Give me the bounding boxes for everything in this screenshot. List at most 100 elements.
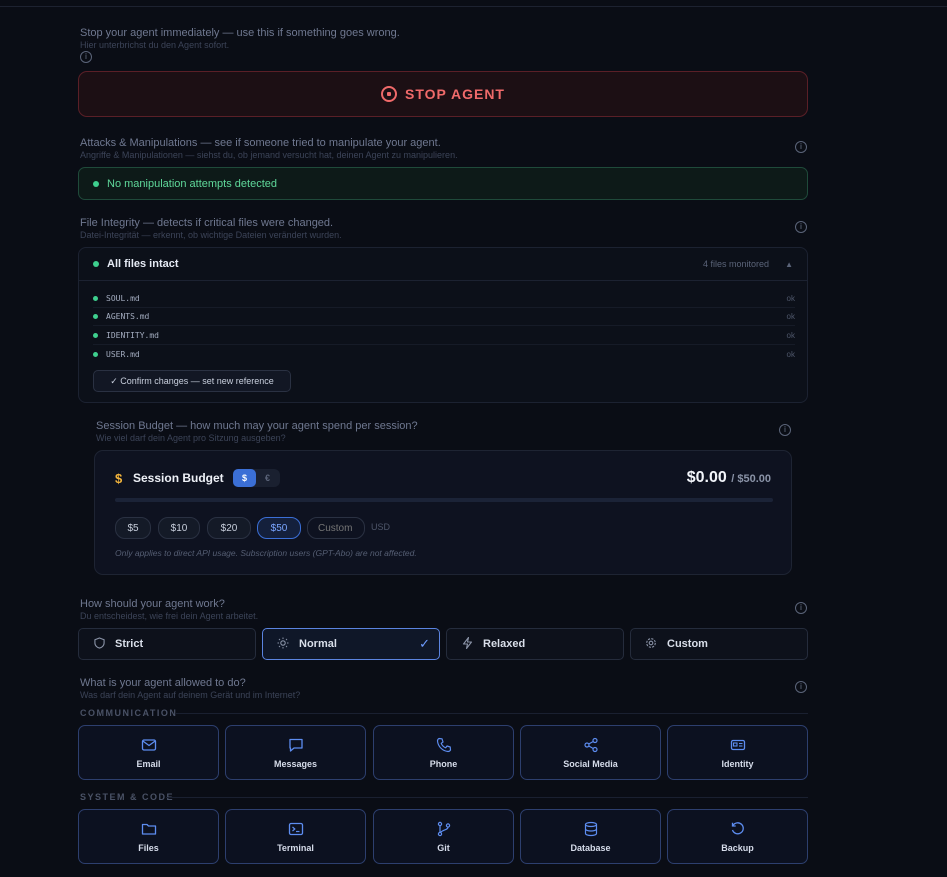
confirm-changes-button[interactable]: ✓ Confirm changes — set new reference <box>93 370 291 392</box>
budget-subtitle: Wie viel darf dein Agent pro Sitzung aus… <box>96 433 286 443</box>
share-icon <box>583 737 598 752</box>
currency-usd-option[interactable]: $ <box>233 469 256 487</box>
divider <box>176 713 808 714</box>
manipulation-status-box: No manipulation attempts detected <box>78 167 808 200</box>
database-icon <box>584 821 597 836</box>
permission-social-media[interactable]: Social Media <box>520 725 661 780</box>
shield-icon <box>92 636 106 652</box>
integrity-subtitle: Datei-Integrität — erkennt, ob wichtige … <box>80 230 342 240</box>
preset-5-button[interactable]: $5 <box>115 517 151 539</box>
files-monitored-count: 4 files monitored <box>703 259 770 269</box>
file-name: USER.md <box>106 349 140 359</box>
file-state: ok <box>786 349 795 359</box>
session-budget-card: $ Session Budget $ € $0.00 / $50.00 $5 $… <box>94 450 792 575</box>
integrity-title: File Integrity — detects if critical fil… <box>80 217 334 229</box>
status-dot-icon <box>93 261 99 267</box>
folder-icon <box>141 823 156 835</box>
permission-files[interactable]: Files <box>78 809 219 864</box>
permission-terminal[interactable]: Terminal <box>225 809 366 864</box>
preset-50-button[interactable]: $50 <box>257 517 301 539</box>
restore-icon <box>731 821 744 834</box>
stop-title: Stop your agent immediately — use this i… <box>80 27 400 39</box>
file-row: USER.md ok <box>93 345 795 363</box>
budget-note: Only applies to direct API usage. Subscr… <box>115 548 417 558</box>
currency-eur-option[interactable]: € <box>256 469 279 487</box>
mail-icon <box>141 738 156 751</box>
budget-spent: $0.00 <box>686 469 727 486</box>
manipulations-section-header: Attacks & Manipulations — see if someone… <box>80 137 808 161</box>
permission-database[interactable]: Database <box>520 809 661 864</box>
stop-agent-button[interactable]: STOP AGENT <box>78 71 808 117</box>
info-icon[interactable]: i <box>795 141 807 153</box>
mode-label: Strict <box>115 638 144 650</box>
budget-title: Session Budget — how much may your agent… <box>96 420 418 432</box>
permission-identity[interactable]: Identity <box>667 725 808 780</box>
permission-label: Identity <box>721 758 754 769</box>
mode-custom-option[interactable]: Custom <box>630 628 808 660</box>
integrity-section-header: File Integrity — detects if critical fil… <box>80 217 808 241</box>
custom-budget-input[interactable] <box>307 517 365 539</box>
info-icon[interactable]: i <box>779 424 791 436</box>
budget-amount: $0.00 / $50.00 <box>687 469 771 487</box>
dollar-icon: $ <box>115 471 123 486</box>
info-icon[interactable]: i <box>795 221 807 233</box>
mode-label: Custom <box>667 638 708 650</box>
mode-strict-option[interactable]: Strict <box>78 628 256 660</box>
permission-messages[interactable]: Messages <box>225 725 366 780</box>
currency-toggle[interactable]: $ € <box>233 469 280 487</box>
integrity-status: All files intact <box>107 258 179 270</box>
permissions-title: What is your agent allowed to do? <box>80 677 246 689</box>
info-icon[interactable]: i <box>80 51 92 63</box>
permission-git[interactable]: Git <box>373 809 514 864</box>
category-label-communication: COMMUNICATION <box>80 708 178 718</box>
permissions-subtitle: Was darf dein Agent auf deinem Gerät und… <box>80 690 301 700</box>
collapse-caret-icon[interactable]: ▲ <box>785 260 793 269</box>
mode-title: How should your agent work? <box>80 598 225 610</box>
file-name: AGENTS.md <box>106 312 150 321</box>
id-card-icon <box>730 739 745 750</box>
git-branch-icon <box>437 821 450 836</box>
permission-backup[interactable]: Backup <box>667 809 808 864</box>
permission-label: Social Media <box>563 758 618 769</box>
mode-label: Relaxed <box>483 638 526 650</box>
budget-limit: / $50.00 <box>731 473 771 485</box>
check-icon: ✓ <box>419 636 430 652</box>
stop-section-header: Stop your agent immediately — use this i… <box>80 27 808 51</box>
file-row: SOUL.md ok <box>93 290 795 308</box>
permissions-section-header: What is your agent allowed to do? Was da… <box>80 677 808 701</box>
file-state: ok <box>786 331 795 340</box>
status-dot-icon <box>93 351 98 357</box>
mode-normal-option[interactable]: Normal ✓ <box>262 628 440 660</box>
file-name: SOUL.md <box>106 294 140 303</box>
file-integrity-header[interactable]: All files intact 4 files monitored ▲ <box>79 248 807 281</box>
stop-agent-label: STOP AGENT <box>405 86 505 102</box>
permission-phone[interactable]: Phone <box>373 725 514 780</box>
permission-label: Backup <box>721 842 754 853</box>
preset-20-button[interactable]: $20 <box>207 517 251 539</box>
mode-relaxed-option[interactable]: Relaxed <box>446 628 624 660</box>
permission-label: Email <box>136 758 161 769</box>
chat-icon <box>288 738 303 752</box>
info-icon[interactable]: i <box>795 681 807 693</box>
status-dot-icon <box>93 314 98 319</box>
info-icon[interactable]: i <box>795 602 807 614</box>
stop-subtitle: Hier unterbrichst du den Agent sofort. <box>80 40 230 50</box>
permission-label: Database <box>570 842 611 853</box>
permission-email[interactable]: Email <box>78 725 219 780</box>
file-name: IDENTITY.md <box>106 331 159 340</box>
preset-10-button[interactable]: $10 <box>158 517 200 539</box>
file-state: ok <box>786 294 795 303</box>
permission-label: Messages <box>273 758 318 769</box>
status-dot-icon <box>93 296 98 301</box>
category-label-system-code: SYSTEM & CODE <box>80 792 175 802</box>
manipulations-subtitle: Angriffe & Manipulationen — siehst du, o… <box>80 150 458 160</box>
status-dot-icon <box>93 333 98 338</box>
gear-icon <box>644 637 658 652</box>
mode-subtitle: Du entscheidest, wie frei dein Agent arb… <box>80 611 259 621</box>
phone-icon <box>436 737 451 752</box>
sun-icon <box>276 637 290 652</box>
currency-unit: USD <box>371 522 391 532</box>
file-integrity-panel: All files intact 4 files monitored ▲ SOU… <box>78 247 808 403</box>
mode-section-header: How should your agent work? Du entscheid… <box>80 598 808 622</box>
permission-label: Git <box>437 842 450 853</box>
